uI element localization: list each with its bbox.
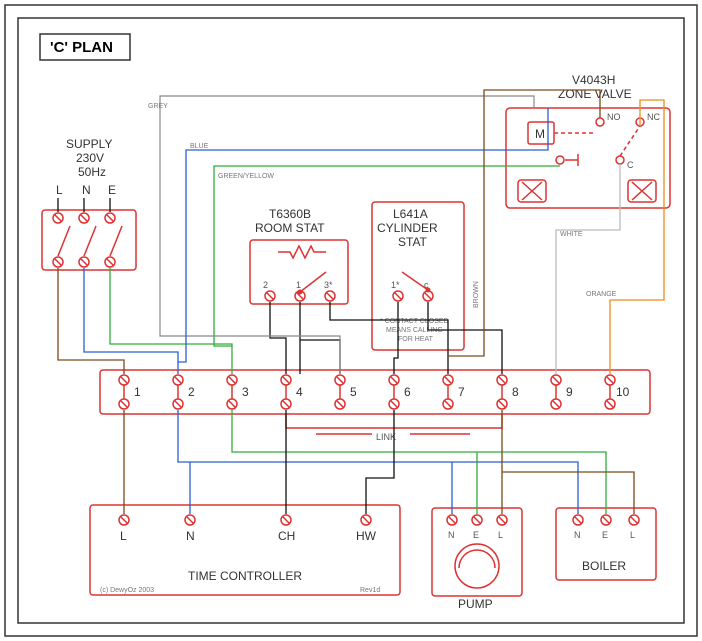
- tc-n: N: [186, 529, 195, 543]
- pump-box: [432, 508, 522, 596]
- pump-label: PUMP: [458, 597, 493, 611]
- wire-zv-brown: [448, 90, 600, 356]
- boiler-n: N: [574, 530, 581, 540]
- wirelabel-orange: ORANGE: [586, 291, 617, 298]
- roomstat-t3: 3*: [324, 280, 333, 290]
- term-4: 4: [296, 385, 303, 399]
- term-3: 3: [242, 385, 249, 399]
- zvalve-label: ZONE VALVE: [558, 87, 632, 101]
- wirelabel-white: WHITE: [560, 231, 583, 238]
- pump-e: E: [473, 530, 479, 540]
- cylstat-label1: CYLINDER: [377, 221, 438, 235]
- supply-l: L: [56, 183, 63, 197]
- pump-l: L: [498, 530, 503, 540]
- rev: Rev1d: [360, 587, 380, 594]
- tc-l: L: [120, 529, 127, 543]
- wire-cs-1: [394, 302, 398, 374]
- wire-t2-n-bus: [178, 410, 578, 514]
- roomstat-model: T6360B: [269, 207, 311, 221]
- roomstat-t1: 1: [296, 280, 301, 290]
- cylstat-t1: 1*: [391, 280, 400, 290]
- wirelabel-grey: GREY: [148, 103, 168, 110]
- heater-icon: [278, 246, 326, 258]
- term-2: 2: [188, 385, 195, 399]
- roomstat-label: ROOM STAT: [255, 221, 325, 235]
- term-7: 7: [458, 385, 465, 399]
- zvalve-no: NO: [607, 112, 621, 122]
- term-10: 10: [616, 385, 630, 399]
- copyright: (c) DewyOz 2003: [100, 587, 154, 594]
- term-6: 6: [404, 385, 411, 399]
- zvalve-nc: NC: [647, 112, 660, 122]
- cylstat-tc: c: [424, 280, 429, 290]
- zvalve-model: V4043H: [572, 73, 615, 87]
- supply-bottom-terminals: [53, 257, 115, 267]
- boiler-l: L: [630, 530, 635, 540]
- term-9: 9: [566, 385, 573, 399]
- cylstat-model: L641A: [393, 207, 428, 221]
- zvalve-c: C: [627, 160, 634, 170]
- term-8: 8: [512, 385, 519, 399]
- zvalve-m: M: [535, 127, 545, 141]
- wirelabel-green: GREEN/YELLOW: [218, 173, 274, 180]
- supply-voltage: 230V: [76, 151, 104, 165]
- supply-n: N: [82, 183, 91, 197]
- tc-label: TIME CONTROLLER: [188, 569, 302, 583]
- wire-zv-orange: [610, 100, 664, 374]
- term-1: 1: [134, 385, 141, 399]
- wire-supply-n: [84, 268, 178, 374]
- diagram-title: 'C' PLAN: [50, 39, 113, 56]
- cylstat-label2: STAT: [398, 235, 428, 249]
- term-5: 5: [350, 385, 357, 399]
- pump-n: N: [448, 530, 455, 540]
- wire-zv-blue: [178, 108, 548, 362]
- cylstat-note3: FOR HEAT: [398, 336, 434, 343]
- wirelabel-brown: BROWN: [473, 281, 480, 308]
- supply-e: E: [108, 183, 116, 197]
- boiler-e: E: [602, 530, 608, 540]
- wire-zv-grey: [160, 96, 534, 140]
- supply-label: SUPPLY: [66, 137, 112, 151]
- link-label: LINK: [376, 432, 396, 442]
- supply-top-terminals: [53, 213, 115, 223]
- wire-rs-2: [270, 302, 286, 374]
- tc-hw: HW: [356, 529, 377, 543]
- tc-ch: CH: [278, 529, 295, 543]
- wire-supply-l: [58, 268, 124, 374]
- cylstat-note1: * CONTACT CLOSED: [380, 318, 449, 325]
- wirelabel-blue: BLUE: [190, 143, 209, 150]
- wire-cs-c: [428, 302, 502, 374]
- supply-freq: 50Hz: [78, 165, 106, 179]
- roomstat-t2: 2: [263, 280, 268, 290]
- boiler-label: BOILER: [582, 559, 626, 573]
